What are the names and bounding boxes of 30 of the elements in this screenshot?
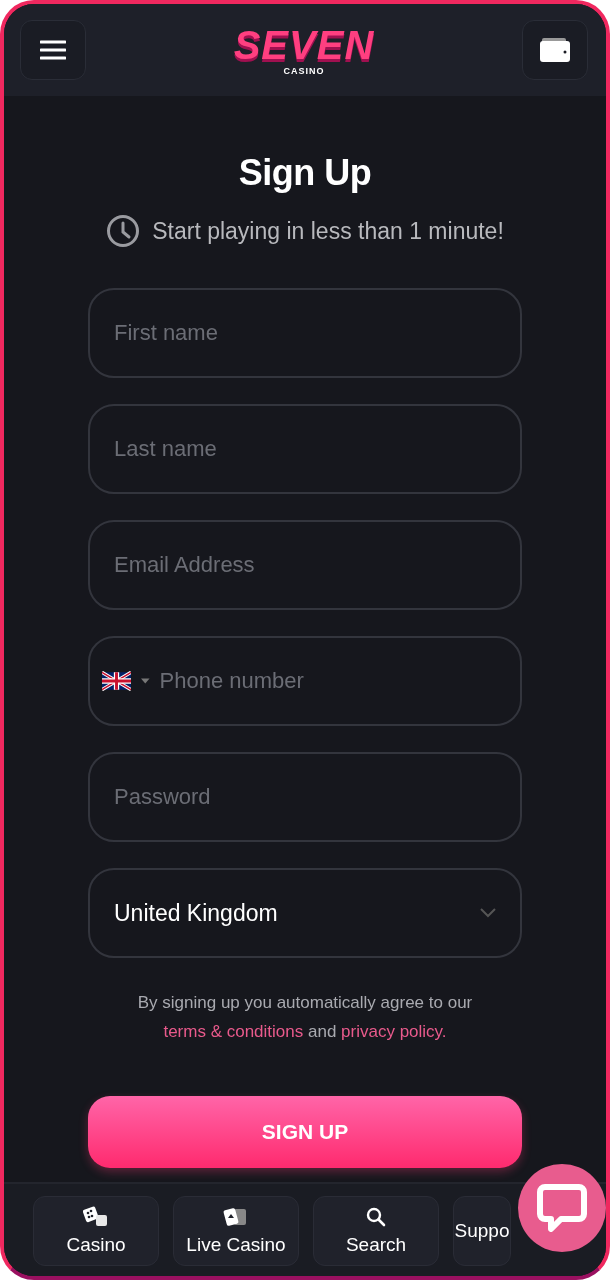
chat-icon <box>537 1184 587 1232</box>
subtitle: Start playing in less than 1 minute! <box>152 217 504 245</box>
page-title: Sign Up <box>238 152 372 194</box>
search-icon <box>365 1206 387 1228</box>
wallet-button[interactable] <box>522 20 588 80</box>
text-field[interactable]: Email Address <box>88 520 522 610</box>
chevron-down-icon <box>480 908 496 918</box>
terms-link[interactable]: terms & conditions <box>163 1022 304 1041</box>
wallet-icon <box>540 38 570 62</box>
nav-tab[interactable]: Search <box>313 1196 439 1266</box>
nav-tab[interactable]: Live Casino <box>173 1196 299 1266</box>
terms-link[interactable]: privacy policy. <box>341 1022 447 1041</box>
logo-title[interactable]: SEVEN <box>233 24 375 65</box>
text-field[interactable]: First name <box>88 288 522 378</box>
menu-button[interactable] <box>20 20 86 80</box>
phone-field[interactable]: Phone number <box>88 636 522 726</box>
nav-tab[interactable]: Suppo <box>453 1196 511 1266</box>
phone-input[interactable]: Phone number <box>159 668 496 694</box>
menu-icon <box>40 39 66 61</box>
dice-icon <box>83 1206 109 1228</box>
flag-icon[interactable] <box>102 671 132 691</box>
logo-subtitle: CASINO <box>283 66 325 76</box>
terms-text: By signing up you automatically agree to our terms & conditions and privacy policy. <box>136 992 474 1043</box>
nav-tab[interactable]: Casino <box>33 1196 159 1266</box>
cards-icon <box>223 1206 249 1228</box>
caret-icon[interactable] <box>141 678 150 684</box>
clock-icon <box>106 214 141 248</box>
password-field[interactable]: Password <box>88 752 522 842</box>
country-select[interactable]: United Kingdom <box>88 868 522 958</box>
text-field[interactable]: Last name <box>88 404 522 494</box>
